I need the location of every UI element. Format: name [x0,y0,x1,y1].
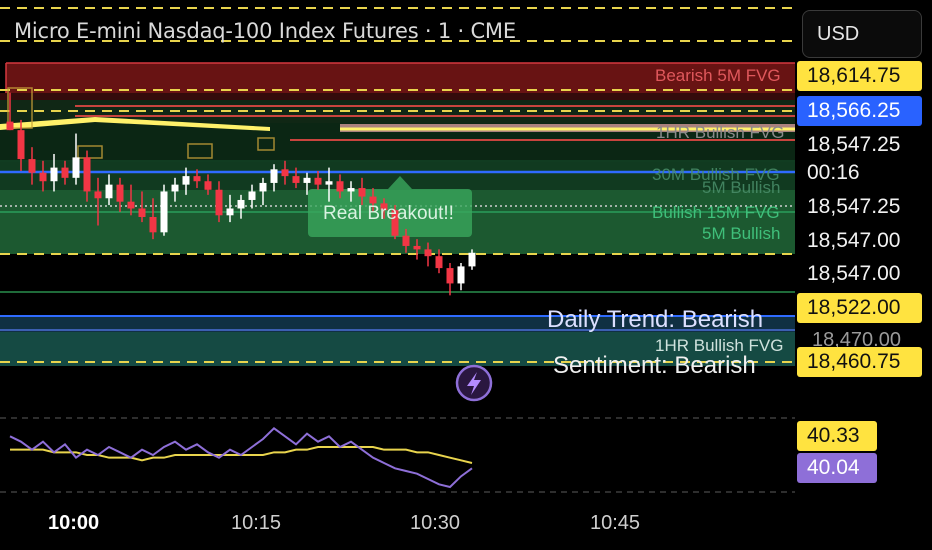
candle-body [424,249,432,257]
rsi-line [9,427,473,489]
candle-body [413,245,421,250]
bearish-5m-fvg-label: Bearish 5M FVG [655,66,781,85]
price-label-18522: 18,522.00 [797,293,922,323]
candle-body [457,266,465,284]
candle-body [446,268,454,284]
candle-body [292,176,300,183]
chart-title[interactable]: Micro E-mini Nasdaq-100 Index Futures · … [14,19,516,43]
price-label-18460: 18,460.75 [797,347,922,377]
price-label-18547-c: 18,547.00 [797,259,922,289]
candle-body [303,177,311,183]
candle-body [259,182,267,192]
candle-body [127,201,135,209]
x-tick-1015: 10:15 [231,512,282,534]
candle-body [336,181,344,192]
candle-body [193,176,201,182]
bullish-5m-label-b: 5M Bullish [702,224,781,243]
candle-body [435,256,443,269]
price-label-18614: 18,614.75 [797,61,922,91]
candle-body [358,188,366,197]
candle-body [270,169,278,183]
bullish-15m-fvg-label: Bullish 15M FVG [652,203,780,222]
currency-selector[interactable]: USD [802,10,922,58]
candle-body [347,188,355,192]
real-breakout-label: Real Breakout!! [323,203,454,224]
sentiment-label: Sentiment: Bearish [553,352,756,379]
candle-body [17,130,25,160]
price-label-18547-b: 18,547.00 [797,226,922,256]
candle-body [226,208,234,216]
daily-trend-label: Daily Trend: Bearish [547,306,764,333]
candle-body [215,189,223,216]
candle-body [116,184,124,202]
x-tick-1030: 10:30 [410,512,461,534]
candle-body [468,252,476,267]
candle-body [325,181,333,185]
candle-body [94,191,102,199]
candle-body [237,199,245,209]
candle-body [314,177,322,185]
candle-body [83,157,91,192]
candle-body [138,208,146,217]
price-label-last: 18,566.25 [797,96,922,126]
x-tick-1000: 10:00 [48,512,100,534]
candle-body [50,167,58,182]
candle-body [182,176,190,185]
candle-body [28,159,36,173]
price-label-18547-a: 18,547.25 [797,192,922,222]
candle-body [171,184,179,192]
price-chart[interactable] [0,0,932,550]
x-tick-1045: 10:45 [590,512,641,534]
candle-body [281,169,289,177]
price-label-current: 18,547.25 [797,130,922,160]
rsi-ma-label: 40.33 [797,421,877,451]
candle-body [6,121,14,131]
candle-body [204,181,212,190]
bullish-1hr-fvg-top-label: 1HR Bullish FVG [656,123,785,142]
rsi-value-label: 40.04 [797,453,877,483]
candle-body [160,191,168,233]
candle-body [149,217,157,233]
rsi-layer [9,427,473,489]
candle-body [248,191,256,200]
candle-body [402,235,410,246]
countdown-label: 00:16 [797,158,922,188]
candle-body [61,167,69,178]
bullish-5m-label-a: 5M Bullish [702,178,781,197]
candle-body [72,157,80,178]
candle-body [105,184,113,199]
candle-body [39,172,47,182]
